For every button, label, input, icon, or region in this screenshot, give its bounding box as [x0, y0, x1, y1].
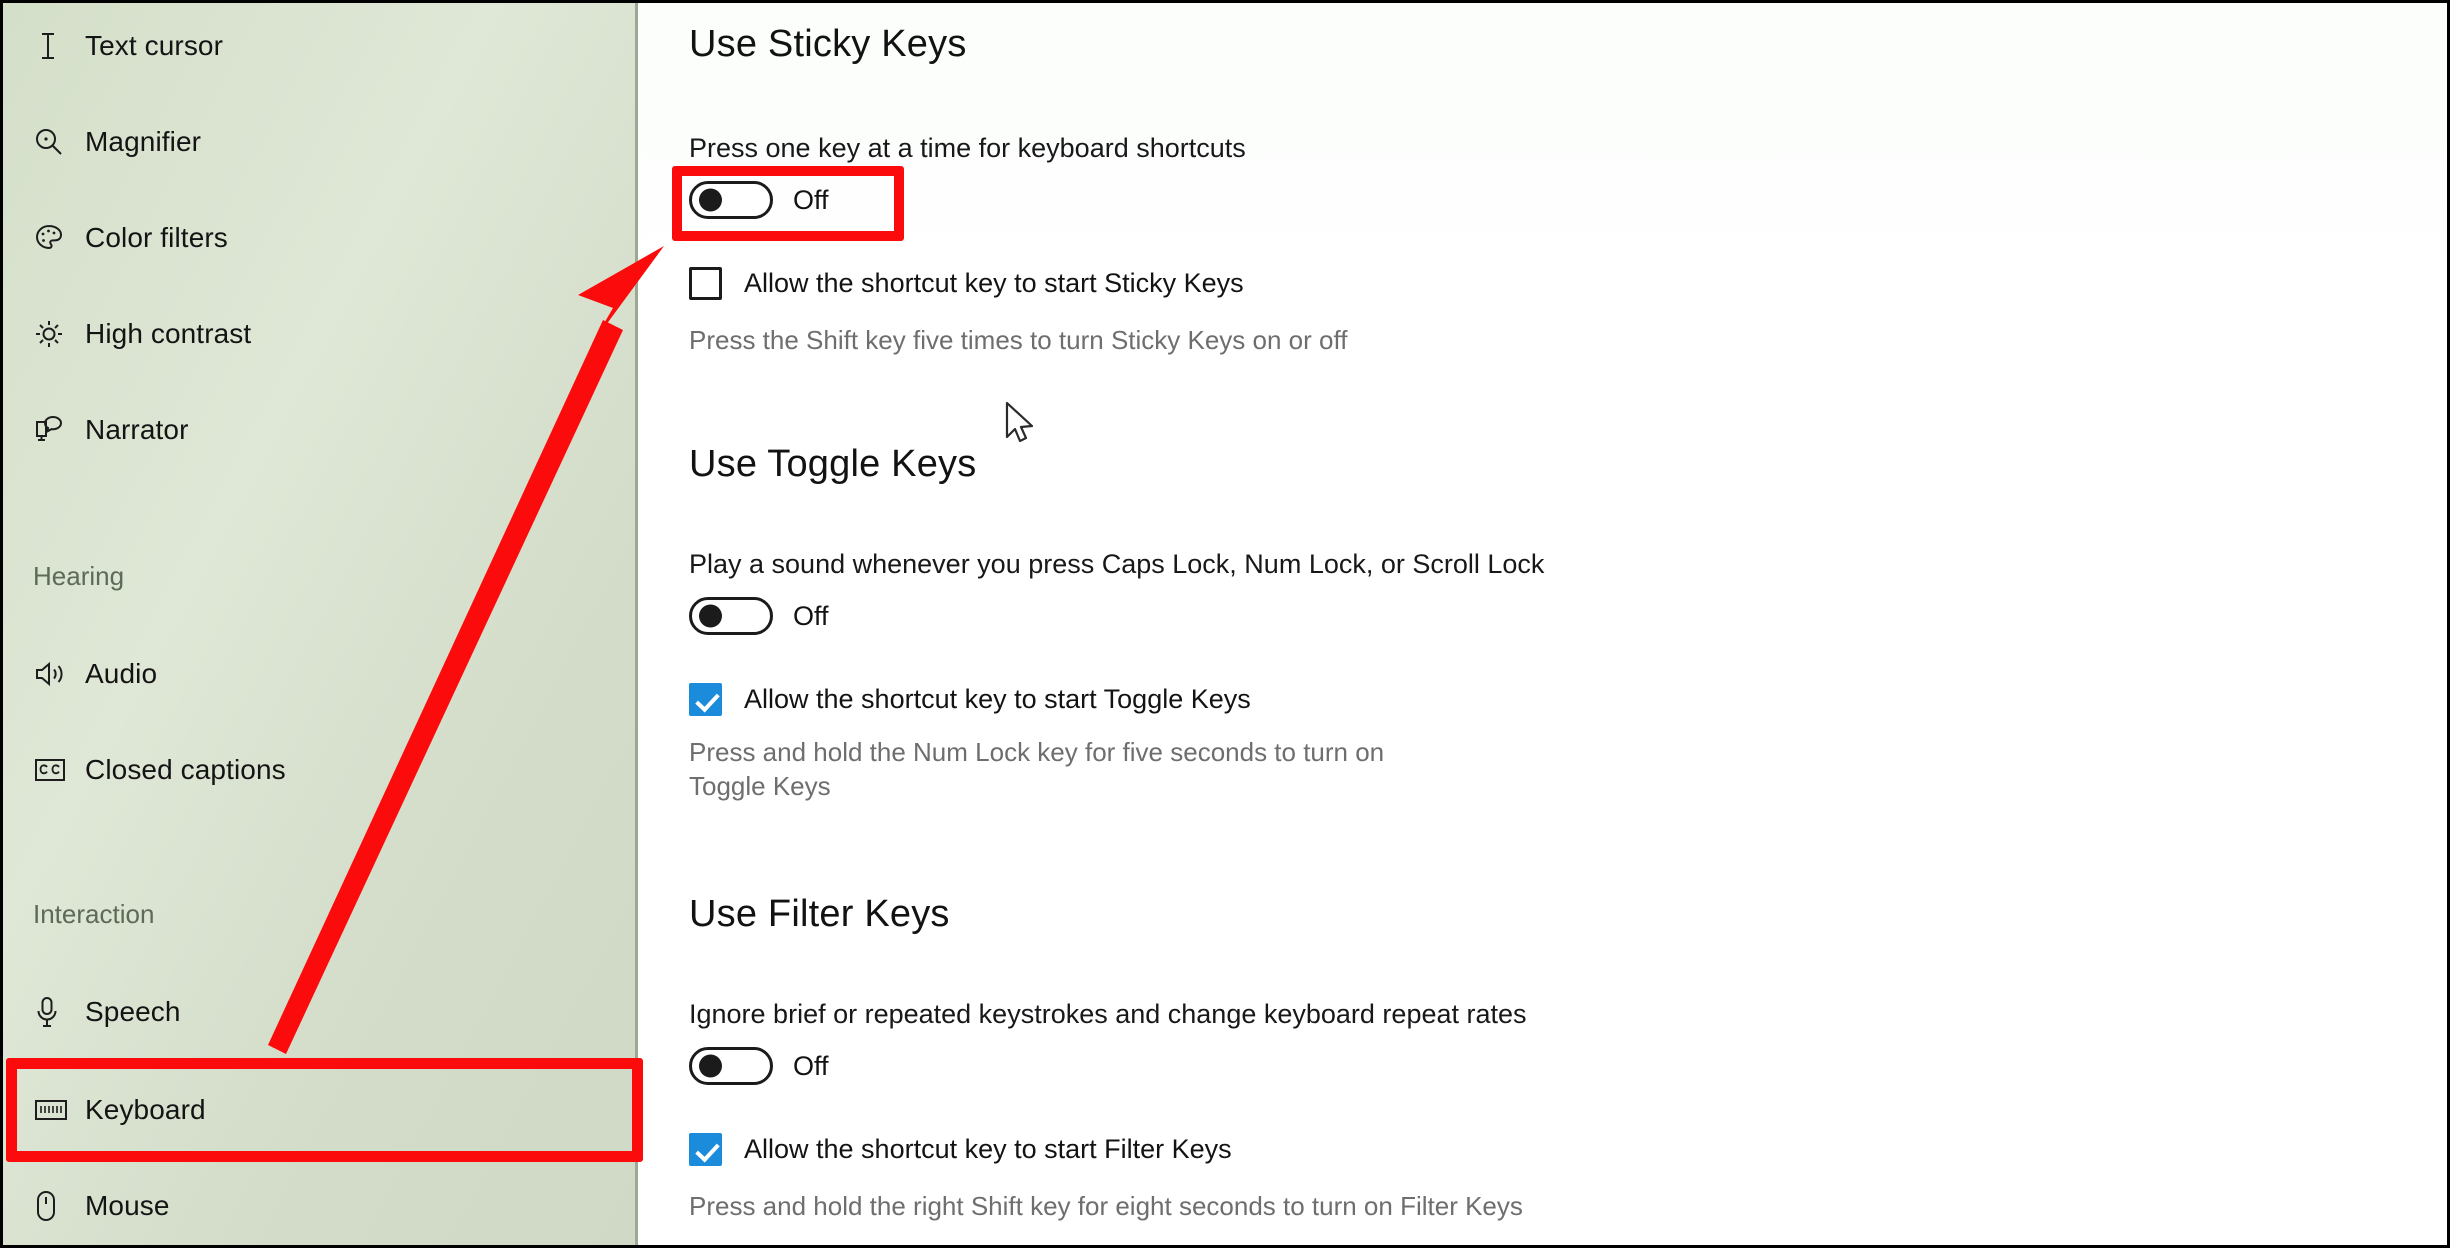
checkbox-label: Allow the shortcut key to start Toggle K… [744, 684, 1251, 714]
toggle-keys-section: Use Toggle Keys [689, 443, 976, 486]
hint-text: Press the Shift key five times to turn S… [689, 325, 1348, 355]
sidebar-item-mouse[interactable]: Mouse [3, 1173, 635, 1239]
sidebar-item-audio[interactable]: Audio [3, 641, 635, 707]
toggle-knob [699, 604, 722, 628]
toggle-keys-checkbox-row[interactable]: Allow the shortcut key to start Toggle K… [689, 683, 1251, 716]
narrator-icon [33, 414, 85, 446]
sidebar-item-speech[interactable]: Speech [3, 979, 635, 1045]
sidebar-item-color-filters[interactable]: Color filters [3, 205, 635, 271]
keyboard-settings-pane: Use Sticky Keys Press one key at a time … [641, 3, 2447, 1245]
section-title: Use Sticky Keys [689, 23, 967, 65]
color-filters-icon [33, 222, 85, 254]
closed-captions-icon [33, 756, 85, 784]
filter-keys-toggle[interactable] [689, 1047, 773, 1085]
high-contrast-icon [33, 318, 85, 350]
sidebar-item-label: Narrator [85, 414, 189, 445]
section-description: Ignore brief or repeated keystrokes and … [689, 999, 1527, 1029]
toggle-keys-description-row: Play a sound whenever you press Caps Loc… [689, 549, 1544, 580]
filter-keys-section: Use Filter Keys [689, 893, 950, 936]
sticky-keys-checkbox-row[interactable]: Allow the shortcut key to start Sticky K… [689, 267, 1244, 300]
sidebar-item-label: Keyboard [85, 1094, 206, 1125]
filter-keys-shortcut-checkbox[interactable] [689, 1133, 722, 1166]
settings-window: Text cursor Magnifier Color filters High… [0, 0, 2450, 1248]
mouse-icon [33, 1189, 85, 1223]
hint-text: Press and hold the Num Lock key for five… [689, 737, 1385, 802]
sidebar-item-high-contrast[interactable]: High contrast [3, 301, 635, 367]
magnifier-icon [33, 126, 85, 158]
toggle-knob [699, 1054, 722, 1078]
sidebar-group-hearing: Hearing [33, 561, 125, 591]
section-title: Use Toggle Keys [689, 443, 977, 485]
toggle-keys-toggle-row[interactable]: Off [689, 597, 829, 635]
sticky-keys-section: Use Sticky Keys [689, 23, 967, 66]
toggle-keys-toggle-state: Off [793, 600, 829, 631]
toggle-keys-toggle[interactable] [689, 597, 773, 635]
keyboard-icon [33, 1096, 85, 1124]
section-description: Play a sound whenever you press Caps Loc… [689, 549, 1545, 579]
hint-text: Press and hold the right Shift key for e… [689, 1191, 1523, 1221]
sidebar-item-closed-captions[interactable]: Closed captions [3, 737, 635, 803]
checkbox-label: Allow the shortcut key to start Sticky K… [744, 268, 1244, 298]
sidebar-item-magnifier[interactable]: Magnifier [3, 109, 635, 175]
sticky-keys-hint: Press the Shift key five times to turn S… [689, 323, 1347, 357]
sidebar-item-text-cursor[interactable]: Text cursor [3, 13, 635, 79]
sticky-keys-description-row: Press one key at a time for keyboard sho… [689, 133, 1246, 164]
sidebar-item-keyboard[interactable]: Keyboard [3, 1077, 635, 1143]
sidebar-item-label: Magnifier [85, 126, 202, 157]
toggle-knob [699, 188, 722, 212]
toggle-keys-hint: Press and hold the Num Lock key for five… [689, 735, 1389, 804]
accessibility-sidebar: Text cursor Magnifier Color filters High… [3, 3, 638, 1245]
sidebar-item-label: Speech [85, 996, 181, 1027]
sidebar-item-label: Text cursor [85, 30, 224, 61]
sidebar-item-label: Mouse [85, 1190, 170, 1221]
filter-keys-hint: Press and hold the right Shift key for e… [689, 1189, 1523, 1223]
sticky-keys-toggle[interactable] [689, 181, 773, 219]
sticky-keys-toggle-row[interactable]: Off [689, 181, 829, 219]
section-title: Use Filter Keys [689, 893, 950, 935]
checkbox-label: Allow the shortcut key to start Filter K… [744, 1134, 1232, 1164]
microphone-icon [33, 995, 85, 1029]
filter-keys-description-row: Ignore brief or repeated keystrokes and … [689, 999, 1527, 1030]
sidebar-group-interaction: Interaction [33, 899, 155, 929]
sidebar-item-narrator[interactable]: Narrator [3, 397, 635, 463]
sticky-keys-shortcut-checkbox[interactable] [689, 267, 722, 300]
sidebar-item-label: Color filters [85, 222, 228, 253]
sticky-keys-toggle-state: Off [793, 184, 829, 215]
sidebar-item-label: Closed captions [85, 754, 286, 785]
sidebar-item-label: High contrast [85, 318, 252, 349]
filter-keys-checkbox-row[interactable]: Allow the shortcut key to start Filter K… [689, 1133, 1232, 1166]
section-description: Press one key at a time for keyboard sho… [689, 133, 1246, 163]
filter-keys-toggle-state: Off [793, 1050, 829, 1081]
toggle-keys-shortcut-checkbox[interactable] [689, 683, 722, 716]
audio-icon [33, 658, 85, 690]
filter-keys-toggle-row[interactable]: Off [689, 1047, 829, 1085]
sidebar-item-label: Audio [85, 658, 158, 689]
text-cursor-icon [33, 30, 85, 62]
